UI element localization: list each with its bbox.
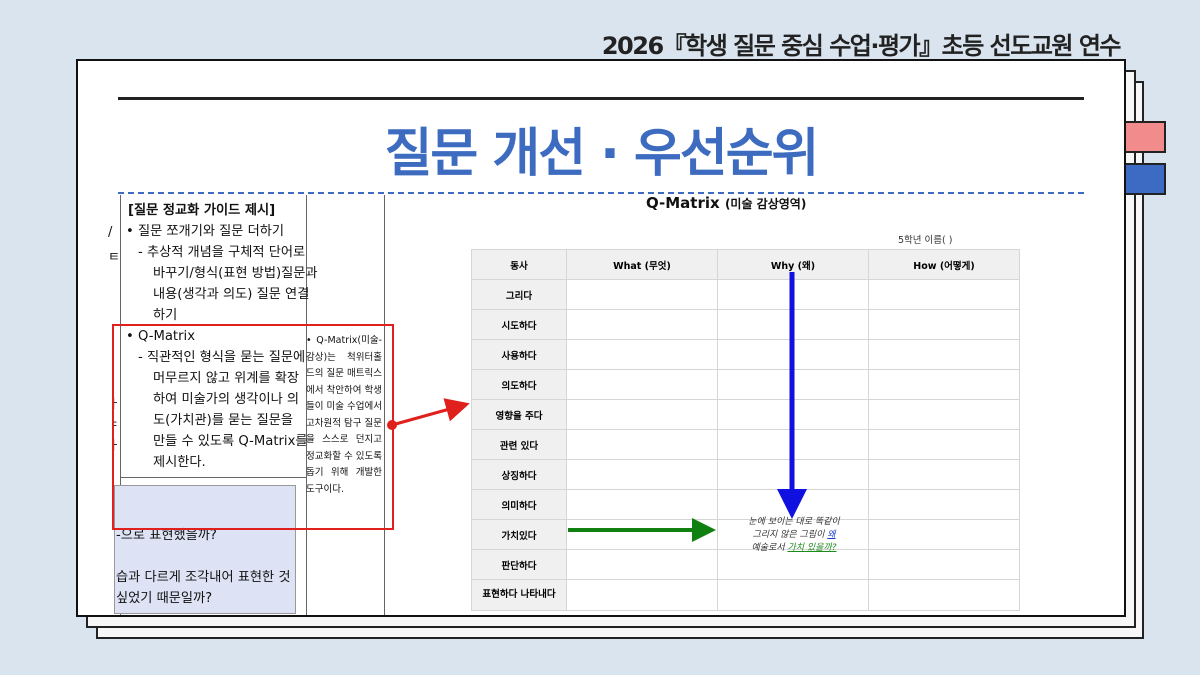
- red-tab: [1122, 121, 1166, 153]
- blue-tab: [1122, 163, 1166, 195]
- annotation-arrows: [387, 272, 807, 542]
- slide-card: 질문 개선 · 우선순위 / ㅌ ㅏ ㅑ ㅏ [질문 정교화 가이드 제시] •…: [76, 59, 1126, 617]
- red-pointer-arrow: [391, 398, 470, 427]
- event-title: 2026『학생 질문 중심 수업·평가』초등 선도교원 연수: [601, 32, 1122, 60]
